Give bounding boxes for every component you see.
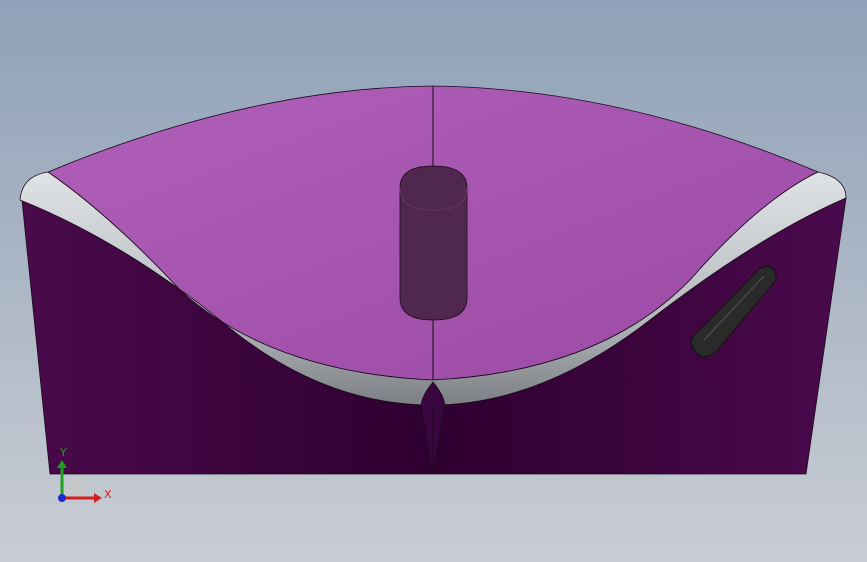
y-axis-label: Y	[59, 446, 67, 459]
origin-dot	[58, 494, 66, 502]
viewport-canvas[interactable]: Y X	[0, 0, 867, 562]
scroll-wheel-slot[interactable]	[399, 165, 468, 321]
3d-viewport[interactable]: Y X	[0, 0, 867, 562]
x-axis-label: X	[104, 488, 112, 501]
